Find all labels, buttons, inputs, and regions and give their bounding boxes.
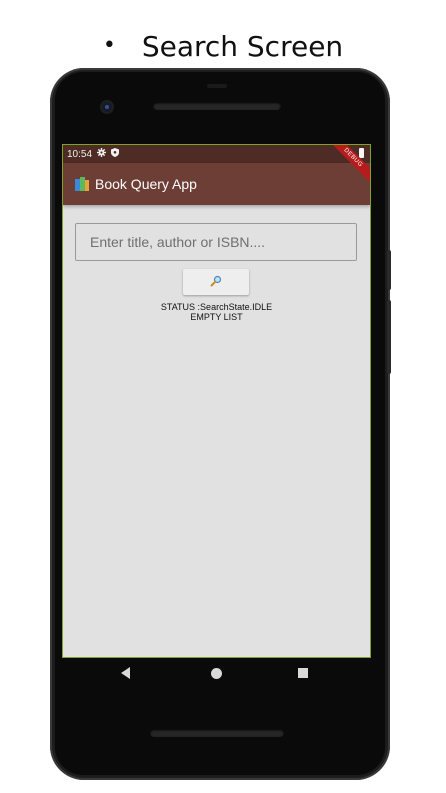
search-icon [210, 275, 222, 290]
recents-icon[interactable] [298, 668, 308, 678]
bullet: • [102, 32, 116, 58]
slide-heading: • Search Screen [0, 24, 446, 68]
home-icon[interactable] [211, 668, 222, 679]
power-button [387, 250, 391, 290]
earpiece-speaker [153, 102, 281, 110]
battery-icon [359, 148, 364, 158]
slide-heading-text: Search Screen [141, 29, 344, 63]
search-status: STATUS :SearchState.IDLE EMPTY LIST [63, 302, 370, 322]
search-input[interactable] [75, 223, 357, 261]
status-bar: 10:54 [63, 145, 370, 163]
status-time: 10:54 [67, 148, 93, 160]
volume-button [387, 300, 391, 374]
books-icon [75, 177, 89, 191]
shield-icon [111, 148, 120, 160]
front-camera-icon [102, 102, 112, 112]
app-title: Book Query App [95, 176, 197, 192]
bottom-speaker [150, 729, 284, 737]
gear-icon [97, 148, 107, 160]
phone-screen: 10:54 Book Query App DEBUG STATUS :Searc… [63, 145, 370, 657]
status-line: STATUS :SearchState.IDLE [160, 302, 273, 312]
proximity-sensor [207, 84, 227, 88]
back-icon[interactable] [121, 667, 130, 679]
app-bar: Book Query App [63, 163, 370, 205]
search-button[interactable] [183, 269, 249, 295]
list-state-line: EMPTY LIST [190, 312, 243, 322]
